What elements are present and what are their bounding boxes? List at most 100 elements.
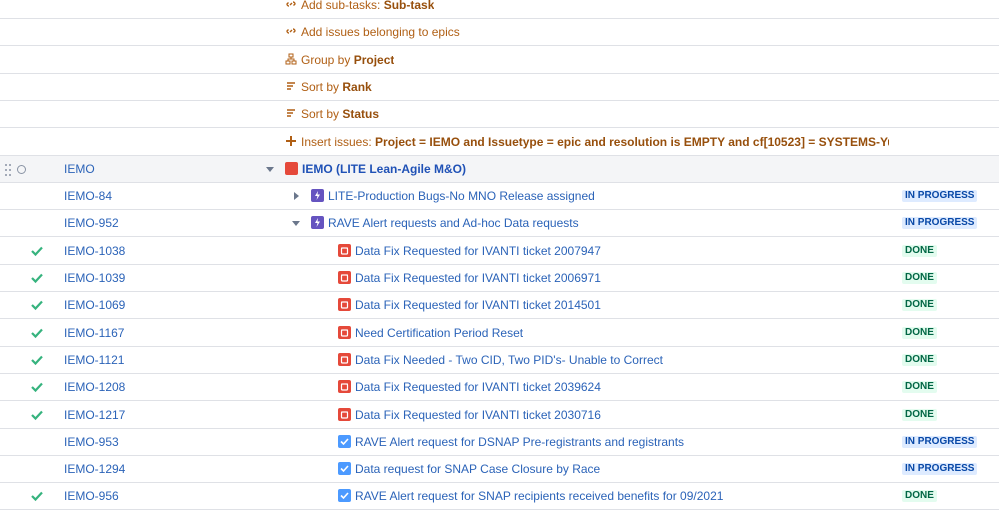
issue-key[interactable]: IEMO-84 <box>64 183 112 209</box>
config-text[interactable]: Insert issues: Project = IEMO and Issuet… <box>301 129 889 155</box>
issue-row[interactable]: IEMO-1208 Data Fix Requested for IVANTI t… <box>0 374 999 402</box>
issue-row[interactable]: IEMO-1038 Data Fix Requested for IVANTI t… <box>0 238 999 265</box>
issue-summary[interactable]: LITE-Production Bugs-No MNO Release assi… <box>328 183 595 209</box>
config-row: Insert issues: Project = IEMO and Issuet… <box>0 129 999 156</box>
chevron-right-icon[interactable] <box>294 192 299 201</box>
check-icon <box>30 298 44 312</box>
chevron-down-icon[interactable] <box>266 166 274 172</box>
config-row: Add sub-tasks: Sub-task <box>0 0 999 19</box>
issue-row[interactable]: IEMO-1167 Need Certification Period Reset… <box>0 320 999 347</box>
config-value: Sub-task <box>383 0 435 12</box>
config-text[interactable]: Sort by Rank <box>301 74 372 100</box>
status-badge: IN PROGRESS <box>902 463 978 476</box>
issue-key[interactable]: IEMO-1039 <box>64 265 125 291</box>
status-badge: DONE <box>902 490 937 503</box>
config-value: Project <box>353 52 395 67</box>
status-badge: DONE <box>902 272 937 284</box>
status-badge: DONE <box>902 326 937 339</box>
bug-type-icon <box>338 380 351 394</box>
issue-row[interactable]: IEMO-1217 Data Fix Requested for IVANTI t… <box>0 402 999 429</box>
plus-icon <box>284 135 298 149</box>
config-prefix: Add sub-tasks: <box>301 0 384 12</box>
status-badge: DONE <box>902 353 937 366</box>
check-icon <box>30 271 44 285</box>
issue-summary[interactable]: Data Fix Requested for IVANTI ticket 201… <box>355 292 601 318</box>
status-badge: DONE <box>902 244 937 257</box>
bug-type-icon <box>338 352 351 366</box>
issue-key[interactable]: IEMO-956 <box>64 483 119 509</box>
issue-key[interactable]: IEMO-1121 <box>64 347 124 373</box>
hierarchy-icon <box>284 53 298 67</box>
task-type-icon <box>338 434 351 448</box>
issue-summary[interactable]: Data Fix Requested for IVANTI ticket 203… <box>355 402 601 428</box>
config-row: Sort by Rank <box>0 74 999 101</box>
check-icon <box>30 244 44 258</box>
config-prefix: Group by <box>301 52 354 67</box>
issue-key[interactable]: IEMO-1069 <box>64 292 125 318</box>
sort-icon <box>284 107 298 121</box>
issue-summary[interactable]: RAVE Alert request for DSNAP Pre-registr… <box>355 429 684 455</box>
status-badge: DONE <box>902 381 937 394</box>
issue-row[interactable]: IEMO-952 RAVE Alert requests and Ad-hoc D… <box>0 210 999 238</box>
issue-key[interactable]: IEMO-952 <box>64 210 119 236</box>
config-value: Status <box>342 107 380 122</box>
issue-row[interactable]: IEMO-1069 Data Fix Requested for IVANTI t… <box>0 292 999 320</box>
issue-summary[interactable]: Data Fix Requested for IVANTI ticket 203… <box>355 374 601 400</box>
issue-row[interactable]: IEMO-1121 Data Fix Needed - Two CID, Two … <box>0 347 999 374</box>
check-icon <box>30 489 44 503</box>
drag-handle-icon[interactable] <box>4 162 12 178</box>
issue-summary[interactable]: RAVE Alert requests and Ad-hoc Data requ… <box>328 210 579 236</box>
status-badge: DONE <box>902 299 937 312</box>
task-type-icon <box>338 462 351 476</box>
issue-key[interactable]: IEMO-1038 <box>64 238 125 264</box>
issue-summary[interactable]: Data Fix Needed - Two CID, Two PID's- Un… <box>355 347 663 373</box>
status-badge: IN PROGRESS <box>902 190 978 203</box>
issue-key[interactable]: IEMO-1217 <box>64 402 125 428</box>
config-prefix: Insert issues: <box>301 134 376 149</box>
issue-row[interactable]: IEMO-953 RAVE Alert request for DSNAP Pre… <box>0 429 999 456</box>
story-type-icon <box>311 189 324 203</box>
bug-type-icon <box>338 271 351 284</box>
check-icon <box>30 326 44 340</box>
issue-summary[interactable]: Data Fix Requested for IVANTI ticket 200… <box>355 238 601 264</box>
link-icon <box>284 25 298 39</box>
issue-key[interactable]: IEMO <box>64 156 95 182</box>
issue-key[interactable]: IEMO-953 <box>64 429 119 455</box>
config-prefix: Sort by <box>301 79 343 94</box>
check-icon <box>30 353 44 367</box>
epic-type-icon <box>285 161 298 175</box>
issue-summary[interactable]: Data Fix Requested for IVANTI ticket 200… <box>355 265 601 291</box>
story-type-icon <box>311 216 324 230</box>
config-text[interactable]: Group by Project <box>301 47 394 73</box>
select-radio[interactable] <box>17 164 26 174</box>
issue-summary[interactable]: Data request for SNAP Case Closure by Ra… <box>355 456 600 482</box>
issue-summary[interactable]: Need Certification Period Reset <box>355 320 523 346</box>
config-text[interactable]: Add issues belonging to epics <box>301 19 460 45</box>
check-icon <box>30 408 44 422</box>
bug-type-icon <box>338 325 351 339</box>
issue-key[interactable]: IEMO-1167 <box>64 320 124 346</box>
config-value: Project = IEMO and Issuetype = epic and … <box>375 134 889 149</box>
chevron-down-icon[interactable] <box>292 221 300 227</box>
epic-row[interactable]: IEMO IEMO (LITE Lean-Agile M&O) <box>0 155 999 183</box>
config-text[interactable]: Add sub-tasks: Sub-task <box>301 0 434 18</box>
config-row: Sort by Status <box>0 101 999 129</box>
issue-key[interactable]: IEMO-1294 <box>64 456 125 482</box>
bug-type-icon <box>338 243 351 257</box>
issue-row[interactable]: IEMO-1039 Data Fix Requested for IVANTI t… <box>0 265 999 292</box>
issue-row[interactable]: IEMO-956 RAVE Alert request for SNAP reci… <box>0 483 999 510</box>
status-badge: IN PROGRESS <box>902 435 978 448</box>
issue-summary[interactable]: IEMO (LITE Lean-Agile M&O) <box>302 156 466 182</box>
status-badge: IN PROGRESS <box>902 217 978 230</box>
issue-summary[interactable]: RAVE Alert request for SNAP recipients r… <box>355 483 723 509</box>
config-text[interactable]: Sort by Status <box>301 101 379 127</box>
link-icon <box>284 0 298 12</box>
check-icon <box>30 380 44 394</box>
issue-row[interactable]: IEMO-1294 Data request for SNAP Case Clos… <box>0 456 999 484</box>
config-row: Group by Project <box>0 47 999 74</box>
config-prefix: Add issues belonging to epics <box>301 25 460 40</box>
issue-row[interactable]: IEMO-84 LITE-Production Bugs-No MNO Relea… <box>0 183 999 211</box>
task-type-icon <box>338 489 351 503</box>
issue-key[interactable]: IEMO-1208 <box>64 374 125 400</box>
config-row: Add issues belonging to epics <box>0 19 999 47</box>
